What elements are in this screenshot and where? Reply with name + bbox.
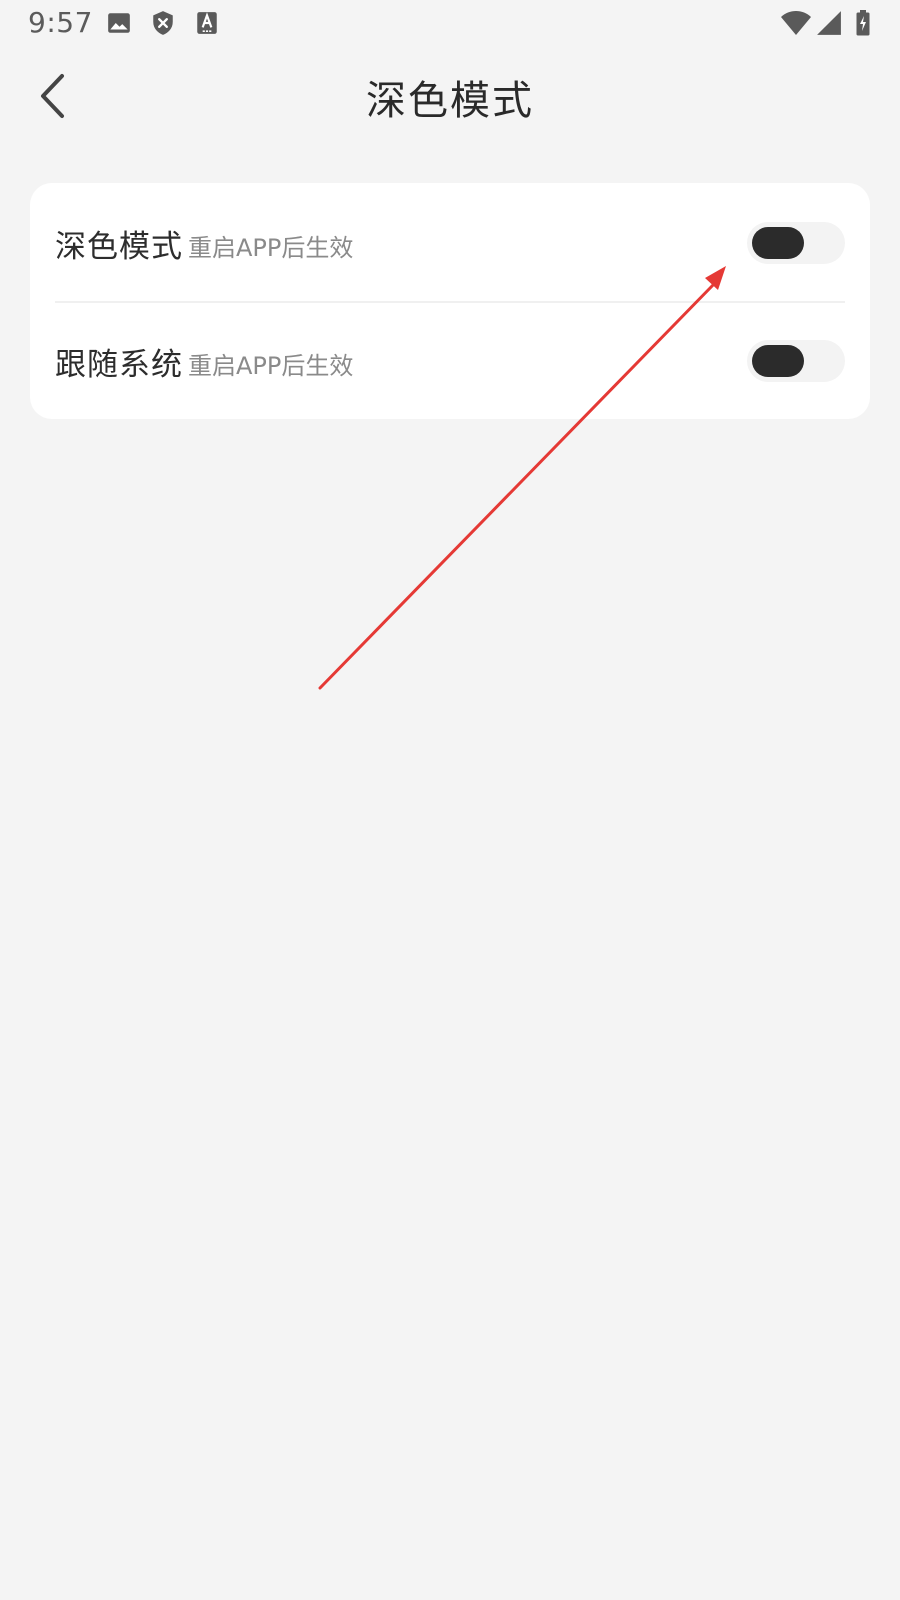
- toggle-knob: [752, 227, 804, 259]
- toggle-knob: [752, 345, 804, 377]
- setting-hint-follow-system: 重启APP后生效: [188, 352, 354, 380]
- setting-row-dark-mode: 深色模式 重启APP后生效: [30, 183, 870, 301]
- text-a-icon: [197, 12, 217, 34]
- setting-label-follow-system: 跟随系统: [55, 347, 183, 383]
- settings-card: 深色模式 重启APP后生效 跟随系统 重启APP后生效: [30, 183, 870, 419]
- dark-mode-toggle[interactable]: [747, 222, 845, 264]
- page-title: 深色模式: [366, 78, 534, 124]
- shield-x-icon: [153, 11, 173, 35]
- setting-row-follow-system: 跟随系统 重启APP后生效: [30, 301, 870, 419]
- image-icon: [108, 13, 130, 33]
- setting-label-dark-mode: 深色模式: [55, 229, 183, 265]
- battery-icon: [856, 10, 870, 36]
- follow-system-toggle[interactable]: [747, 340, 845, 382]
- status-time: 9:57: [28, 6, 93, 39]
- status-bar: 9:57: [0, 0, 900, 48]
- setting-hint-dark-mode: 重启APP后生效: [188, 234, 354, 262]
- wifi-icon: [781, 11, 811, 35]
- header: 深色模式: [0, 48, 900, 144]
- signal-icon: [817, 11, 841, 35]
